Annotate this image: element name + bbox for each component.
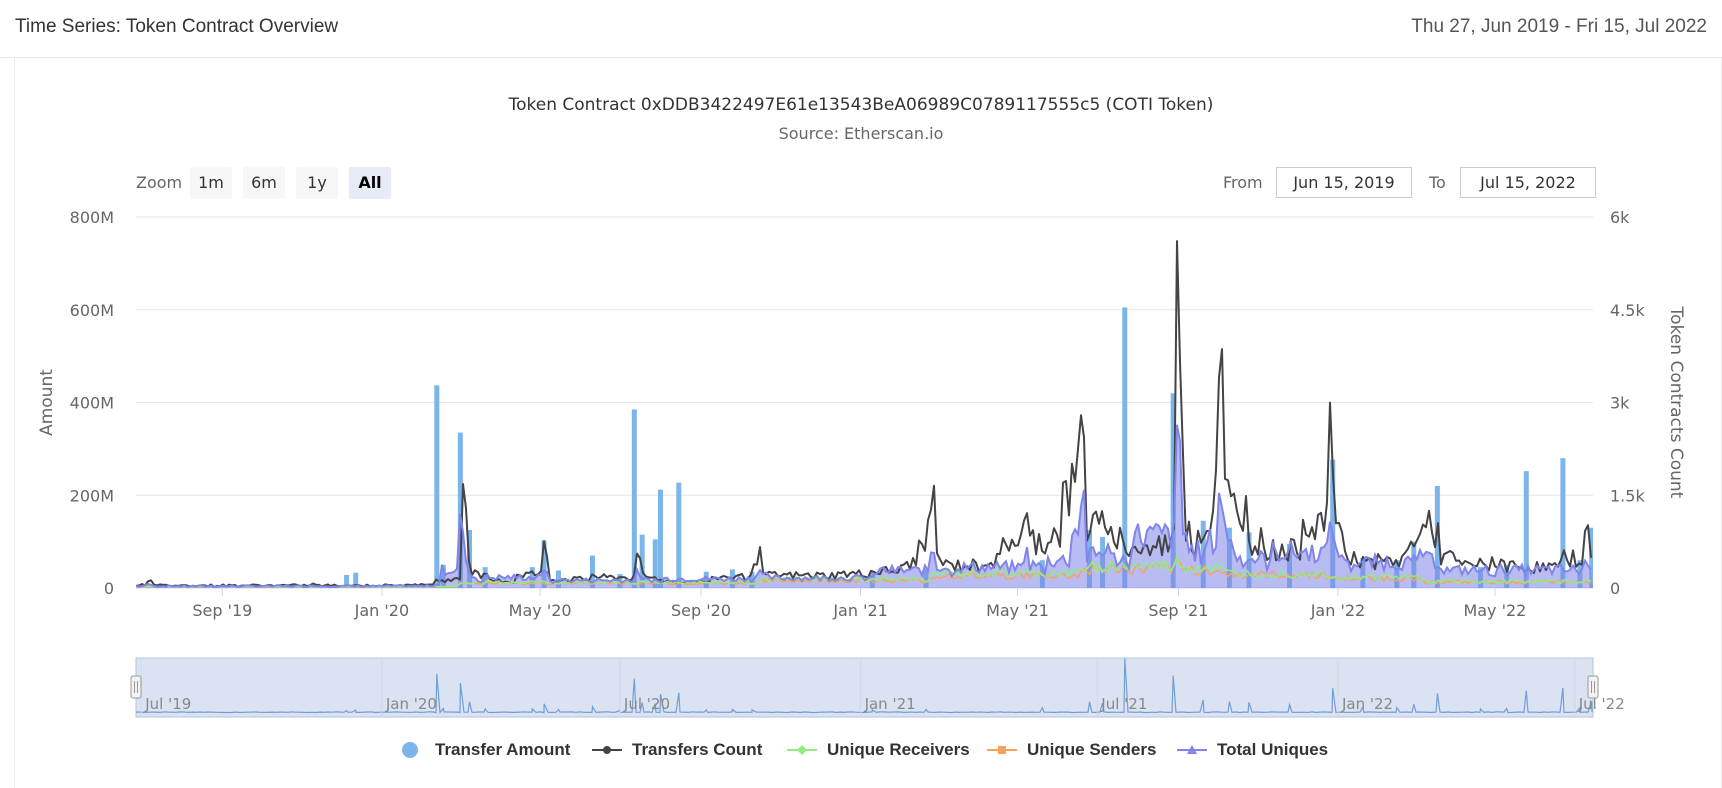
navigator-tick-label: Jul '19 [144, 695, 191, 713]
zoom-1y-button[interactable]: 1y [296, 167, 338, 199]
legend-line-diamond-icon [787, 745, 817, 755]
legend-transfers-count[interactable]: Transfers Count [590, 738, 762, 762]
navigator-tick-label: Jan '22 [1341, 695, 1393, 713]
legend-line-square-icon [987, 746, 1017, 754]
navigator-tick-label: Jan '21 [864, 695, 916, 713]
from-label: From [1223, 173, 1263, 192]
x-tick-label: Jan '21 [832, 601, 888, 620]
from-date-input[interactable] [1276, 167, 1412, 198]
chart-subtitle: Source: Etherscan.io [778, 124, 944, 143]
zoom-label: Zoom [136, 173, 183, 192]
navigator-tick-label: Jul '22 [1578, 695, 1625, 713]
legend-label: Transfers Count [632, 740, 763, 759]
legend-circle-icon [402, 742, 418, 758]
y-right-tick-label: 6k [1610, 208, 1630, 227]
zoom-6m-button[interactable]: 6m [243, 167, 285, 199]
y-left-axis-title: Amount [37, 369, 57, 436]
x-tick-label: May '20 [509, 601, 572, 620]
time-series-chart: 0 200M 400M 600M 800M 0 1.5k 3k 4.5k 6k Amount Toke… [37, 208, 1686, 718]
navigator-tick-label: Jul '20 [623, 695, 670, 713]
zoom-all-button[interactable]: All [349, 167, 391, 199]
x-tick-label: Jan '22 [1310, 601, 1366, 620]
y-left-tick-label: 400M [70, 394, 114, 413]
transfer-amount-bar [434, 385, 440, 588]
y-left-tick-label: 800M [70, 208, 114, 227]
to-date-input[interactable] [1460, 167, 1596, 198]
legend-label: Total Uniques [1217, 740, 1329, 759]
y-right-tick-label: 3k [1610, 394, 1630, 413]
x-tick-label: May '21 [986, 601, 1049, 620]
legend-label: Unique Receivers [827, 740, 970, 759]
legend-transfer-amount[interactable]: Transfer Amount [393, 738, 570, 762]
chart-title: Token Contract 0xDDB3422497E61e13543BeA0… [508, 95, 1214, 115]
to-label: To [1429, 173, 1446, 192]
legend-label: Unique Senders [1027, 740, 1157, 759]
y-right-tick-label: 4.5k [1610, 301, 1645, 320]
y-left-tick-label: 200M [70, 486, 114, 505]
y-left-tick-label: 0 [104, 579, 114, 598]
y-right-tick-label: 1.5k [1610, 486, 1645, 505]
y-left-tick-label: 600M [70, 301, 114, 320]
navigator-left-handle[interactable] [130, 675, 142, 699]
x-tick-label: Sep '19 [192, 601, 252, 620]
y-right-axis-title: Token Contracts Count [1666, 306, 1686, 499]
plot-area [136, 240, 1593, 588]
legend-line-triangle-icon [1177, 745, 1207, 754]
y-right-tick-label: 0 [1610, 579, 1620, 598]
total-uniques-area [136, 424, 1593, 588]
x-tick-label: May '22 [1463, 601, 1526, 620]
x-tick-label: Jan '20 [354, 601, 410, 620]
navigator-tick-label: Jan '20 [385, 695, 437, 713]
total-uniques-line [136, 424, 1592, 588]
legend-label: Transfer Amount [435, 740, 571, 759]
legend-unique-senders[interactable]: Unique Senders [985, 738, 1156, 762]
transfer-amount-bar [676, 482, 682, 588]
transfer-amount-bar [657, 489, 663, 588]
transfers-count-line [136, 240, 1592, 588]
navigator-right-handle[interactable] [1587, 675, 1599, 699]
x-tick-label: Sep '20 [671, 601, 731, 620]
zoom-1m-button[interactable]: 1m [190, 167, 232, 199]
legend-unique-receivers[interactable]: Unique Receivers [785, 738, 970, 762]
navigator-tick-label: Jul '21 [1100, 695, 1147, 713]
x-tick-label: Sep '21 [1148, 601, 1208, 620]
legend-line-circle-icon [592, 746, 622, 754]
legend-total-uniques[interactable]: Total Uniques [1175, 738, 1328, 762]
